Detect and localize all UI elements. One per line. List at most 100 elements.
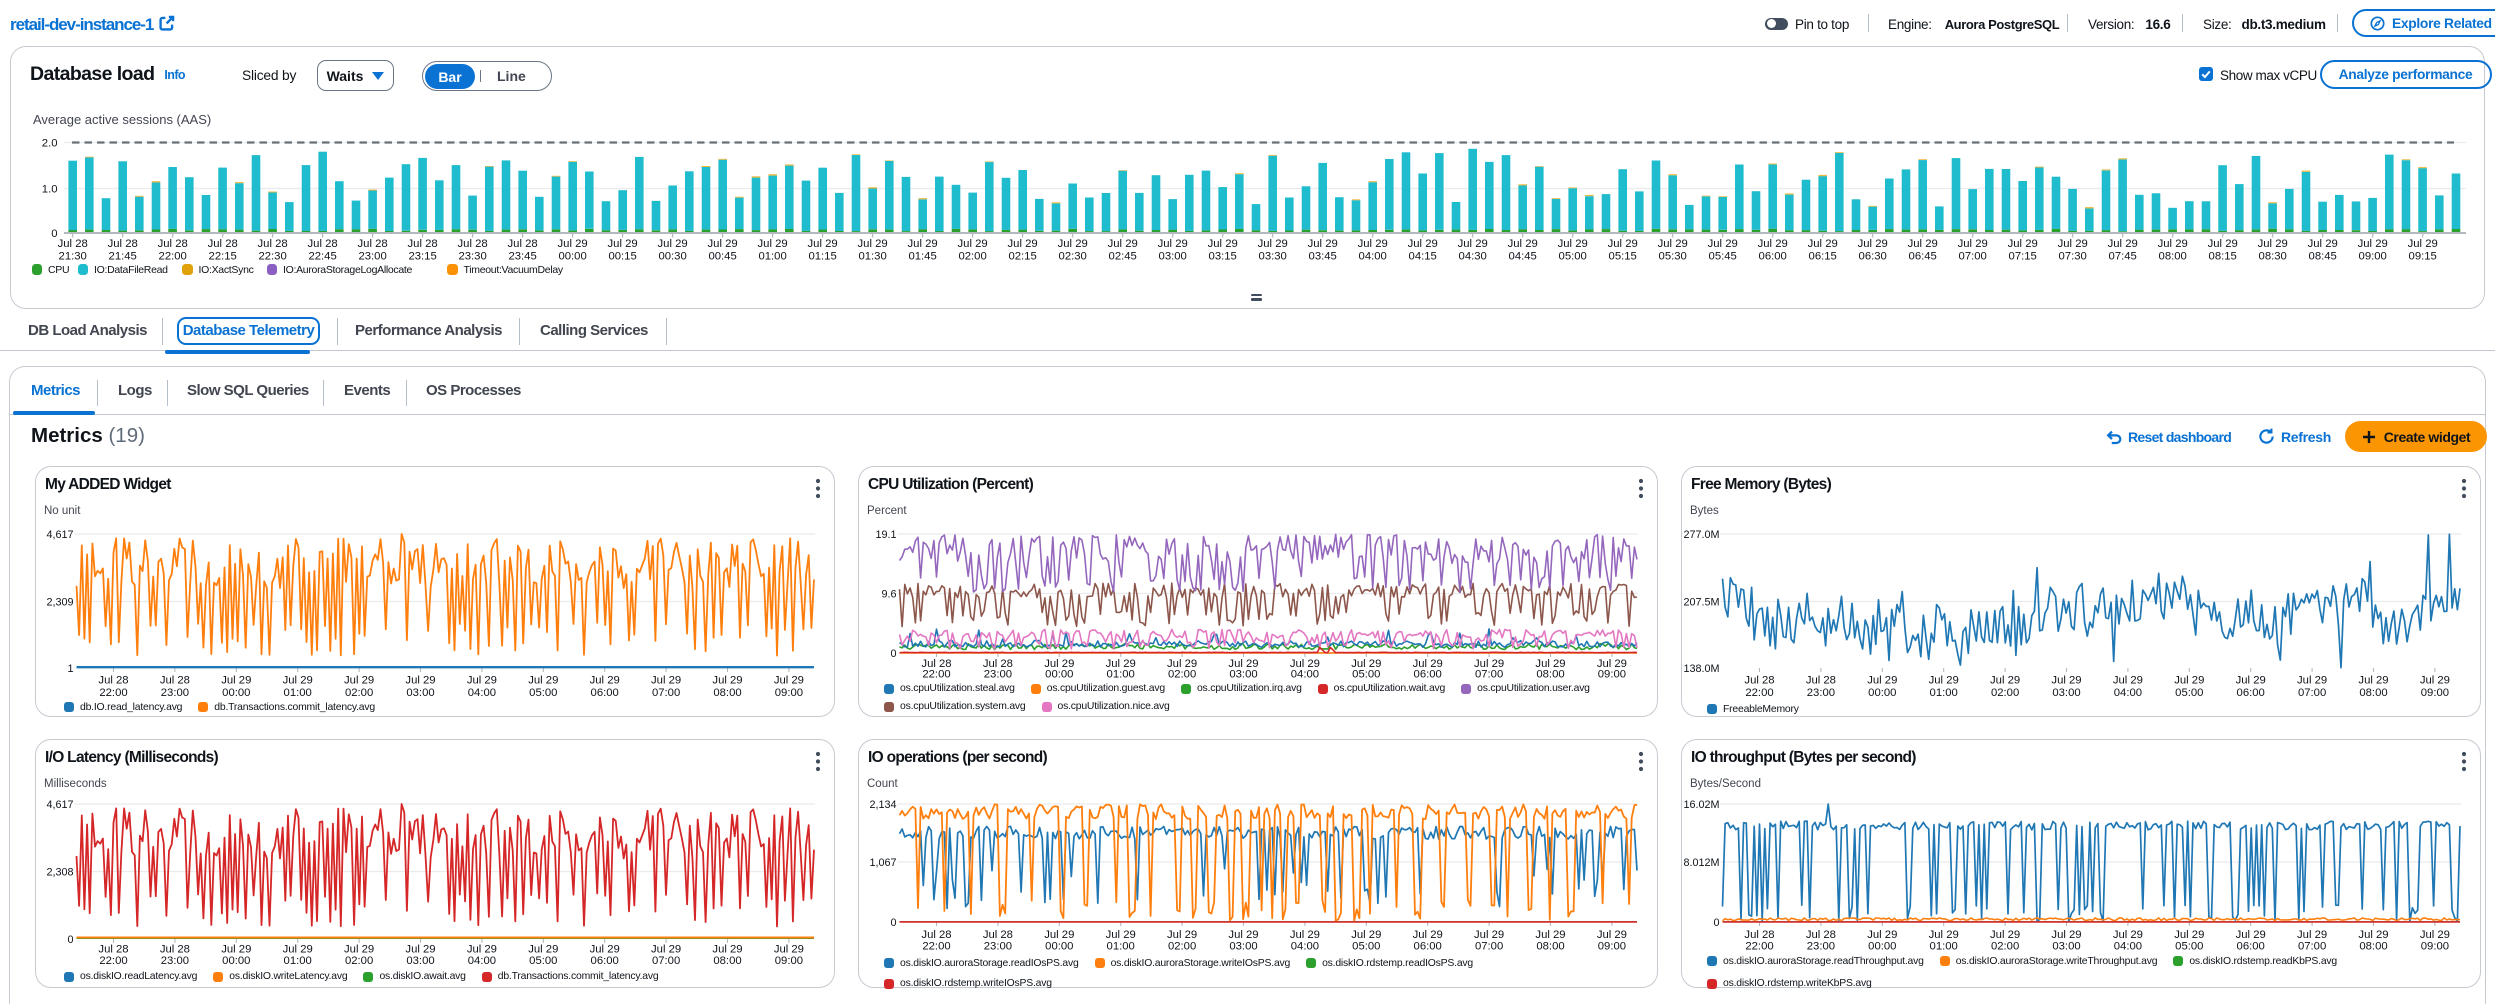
svg-text:09:00: 09:00 [775,687,803,699]
svg-text:04:00: 04:00 [1291,669,1319,681]
svg-text:Jul 29: Jul 29 [712,675,742,687]
svg-text:09:00: 09:00 [2421,687,2449,699]
svg-text:03:00: 03:00 [406,955,434,967]
svg-text:02:00: 02:00 [1168,941,1196,953]
svg-text:02:00: 02:00 [345,955,373,967]
svg-text:09:00: 09:00 [1598,941,1626,953]
svg-text:07:00: 07:00 [2298,687,2326,699]
svg-text:Jul 29: Jul 29 [1908,238,1938,250]
svg-text:21:45: 21:45 [109,251,137,263]
svg-text:Jul 28: Jul 28 [1744,929,1774,941]
svg-text:Jul 29: Jul 29 [1808,238,1838,250]
svg-text:01:00: 01:00 [758,251,786,263]
svg-text:02:00: 02:00 [345,687,373,699]
svg-text:8.012M: 8.012M [1683,857,1719,869]
svg-text:4,617: 4,617 [46,799,73,811]
svg-text:Jul 29: Jul 29 [1608,238,1638,250]
svg-text:Jul 29: Jul 29 [2258,238,2288,250]
svg-text:06:00: 06:00 [1759,251,1787,263]
svg-text:01:00: 01:00 [1107,669,1135,681]
svg-text:07:45: 07:45 [2109,251,2137,263]
svg-text:1: 1 [67,663,73,675]
svg-text:09:00: 09:00 [2359,251,2387,263]
svg-text:07:00: 07:00 [652,687,680,699]
svg-text:23:00: 23:00 [1807,941,1835,953]
svg-text:00:00: 00:00 [558,251,586,263]
svg-text:Jul 28: Jul 28 [1806,675,1836,687]
svg-text:02:30: 02:30 [1059,251,1087,263]
svg-text:05:15: 05:15 [1609,251,1637,263]
svg-text:Jul 28: Jul 28 [408,238,438,250]
svg-text:05:00: 05:00 [529,955,557,967]
svg-text:09:00: 09:00 [2421,941,2449,953]
svg-text:Jul 29: Jul 29 [1008,238,1038,250]
svg-text:23:00: 23:00 [161,955,189,967]
svg-text:Jul 29: Jul 29 [858,238,888,250]
svg-text:2,134: 2,134 [869,799,896,811]
svg-text:Jul 29: Jul 29 [344,675,374,687]
svg-text:Jul 29: Jul 29 [2358,238,2388,250]
svg-text:04:15: 04:15 [1409,251,1437,263]
svg-text:Jul 28: Jul 28 [160,675,190,687]
svg-text:Jul 29: Jul 29 [1158,238,1188,250]
svg-text:01:00: 01:00 [1930,687,1958,699]
svg-text:Jul 29: Jul 29 [467,675,497,687]
svg-text:Jul 29: Jul 29 [1558,238,1588,250]
svg-text:00:00: 00:00 [1045,669,1073,681]
svg-text:Jul 29: Jul 29 [2158,238,2188,250]
svg-text:Jul 28: Jul 28 [58,238,88,250]
svg-text:Jul 29: Jul 29 [908,238,938,250]
svg-text:06:00: 06:00 [2237,941,2265,953]
svg-text:01:00: 01:00 [284,955,312,967]
svg-text:Jul 29: Jul 29 [2008,238,2038,250]
svg-text:Jul 29: Jul 29 [1867,675,1897,687]
svg-text:Jul 28: Jul 28 [98,675,128,687]
svg-text:19.1: 19.1 [875,529,896,541]
svg-text:1.0: 1.0 [42,184,58,196]
svg-text:Jul 29: Jul 29 [467,944,497,956]
svg-text:Jul 29: Jul 29 [1990,675,2020,687]
svg-text:00:45: 00:45 [708,251,736,263]
svg-text:06:30: 06:30 [1859,251,1887,263]
svg-text:05:00: 05:00 [1559,251,1587,263]
svg-text:Jul 29: Jul 29 [2113,929,2143,941]
svg-text:Jul 29: Jul 29 [774,675,804,687]
svg-text:Jul 29: Jul 29 [2420,675,2450,687]
svg-text:Jul 29: Jul 29 [1044,929,1074,941]
svg-text:Jul 28: Jul 28 [208,238,238,250]
svg-text:07:00: 07:00 [1475,941,1503,953]
svg-text:09:00: 09:00 [775,955,803,967]
svg-text:03:00: 03:00 [1229,941,1257,953]
svg-text:Jul 29: Jul 29 [405,675,435,687]
svg-text:00:00: 00:00 [1868,687,1896,699]
svg-text:01:00: 01:00 [1107,941,1135,953]
svg-text:Jul 29: Jul 29 [1228,929,1258,941]
svg-text:0: 0 [1713,917,1719,929]
svg-text:Jul 29: Jul 29 [658,238,688,250]
svg-text:Jul 29: Jul 29 [1108,238,1138,250]
svg-text:Jul 29: Jul 29 [2358,675,2388,687]
svg-text:01:00: 01:00 [284,687,312,699]
svg-text:Jul 29: Jul 29 [708,238,738,250]
svg-text:00:00: 00:00 [222,687,250,699]
svg-text:Jul 28: Jul 28 [458,238,488,250]
svg-text:Jul 29: Jul 29 [1867,929,1897,941]
svg-text:03:00: 03:00 [2052,941,2080,953]
svg-text:05:00: 05:00 [2175,687,2203,699]
svg-text:07:00: 07:00 [652,955,680,967]
svg-text:04:00: 04:00 [468,955,496,967]
svg-text:Jul 29: Jul 29 [558,238,588,250]
svg-text:08:00: 08:00 [2159,251,2187,263]
svg-text:07:00: 07:00 [2298,941,2326,953]
svg-text:Jul 28: Jul 28 [1744,675,1774,687]
svg-text:Jul 29: Jul 29 [774,944,804,956]
svg-text:Jul 29: Jul 29 [344,944,374,956]
svg-text:07:30: 07:30 [2059,251,2087,263]
svg-text:Jul 29: Jul 29 [2058,238,2088,250]
svg-text:Jul 29: Jul 29 [2358,929,2388,941]
svg-text:04:00: 04:00 [1291,941,1319,953]
svg-text:277.0M: 277.0M [1683,529,1719,541]
svg-text:Jul 29: Jul 29 [1708,238,1738,250]
svg-text:Jul 29: Jul 29 [1351,929,1381,941]
svg-text:1,067: 1,067 [869,857,896,869]
